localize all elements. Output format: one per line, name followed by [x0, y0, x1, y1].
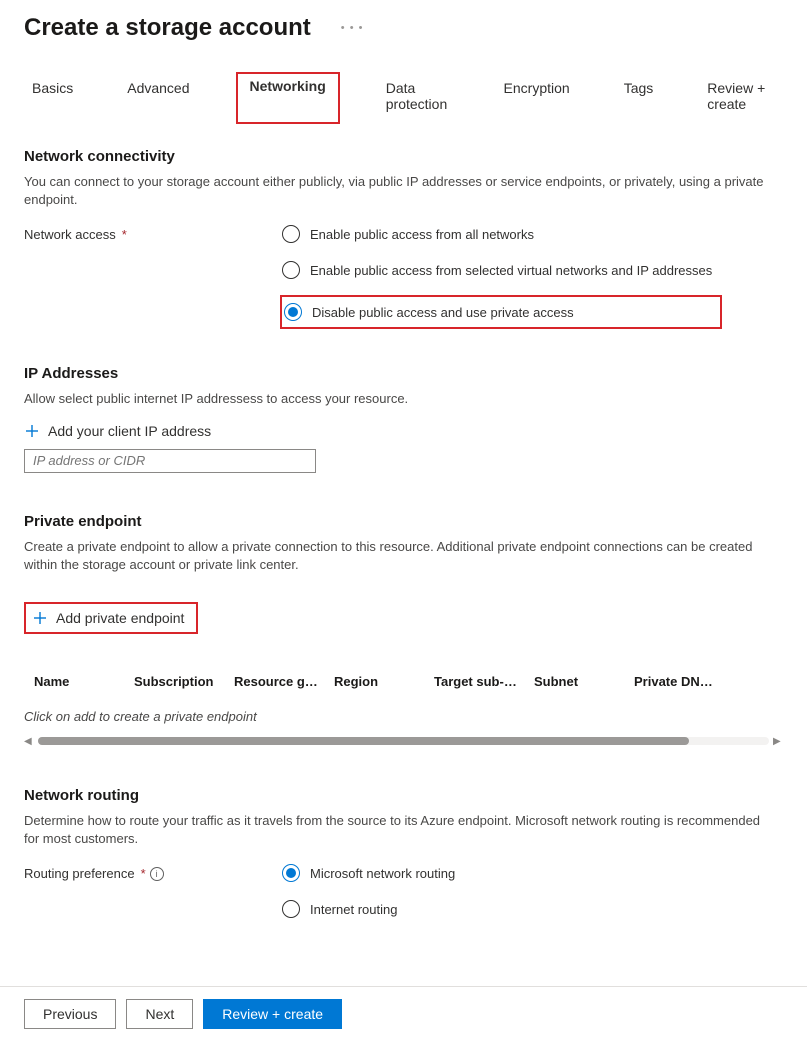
col-name[interactable]: Name: [34, 674, 134, 689]
tab-advanced[interactable]: Advanced: [119, 72, 197, 124]
routing-preference-label: Routing preference* i: [24, 862, 280, 881]
radio-public-selected[interactable]: Enable public access from selected virtu…: [280, 259, 722, 281]
radio-icon: [282, 864, 300, 882]
private-endpoint-heading: Private endpoint: [24, 513, 783, 530]
private-endpoint-table: Name Subscription Resource g… Region Tar…: [24, 670, 783, 747]
page-title: Create a storage account: [24, 14, 311, 42]
col-region[interactable]: Region: [334, 674, 434, 689]
routing-preference-radio-group: Microsoft network routing Internet routi…: [280, 862, 465, 920]
network-connectivity-heading: Network connectivity: [24, 148, 783, 165]
tab-basics[interactable]: Basics: [24, 72, 81, 124]
radio-disable-public[interactable]: Disable public access and use private ac…: [280, 295, 722, 329]
wizard-tabs: Basics Advanced Networking Data protecti…: [0, 48, 807, 124]
next-button[interactable]: Next: [126, 999, 193, 1029]
network-connectivity-description: You can connect to your storage account …: [24, 173, 764, 209]
required-asterisk: *: [141, 866, 146, 881]
tab-tags[interactable]: Tags: [616, 72, 662, 124]
radio-icon: [282, 900, 300, 918]
col-target-sub[interactable]: Target sub-…: [434, 674, 534, 689]
tab-review-create[interactable]: Review + create: [699, 72, 783, 124]
previous-button[interactable]: Previous: [24, 999, 116, 1029]
radio-label: Enable public access from selected virtu…: [310, 263, 712, 278]
tab-networking[interactable]: Networking: [236, 72, 340, 124]
radio-label: Internet routing: [310, 902, 397, 917]
radio-internet-routing[interactable]: Internet routing: [280, 898, 465, 920]
scroll-track[interactable]: [38, 737, 769, 745]
radio-label: Disable public access and use private ac…: [312, 305, 574, 320]
ip-addresses-description: Allow select public internet IP addresse…: [24, 390, 764, 408]
scroll-thumb[interactable]: [38, 737, 689, 745]
add-private-endpoint-label: Add private endpoint: [56, 610, 184, 626]
tab-data-protection[interactable]: Data protection: [378, 72, 458, 124]
private-endpoint-description: Create a private endpoint to allow a pri…: [24, 538, 764, 574]
add-client-ip-label: Add your client IP address: [48, 423, 211, 439]
network-routing-description: Determine how to route your traffic as i…: [24, 812, 764, 848]
plus-icon: [32, 610, 48, 626]
wizard-footer: Previous Next Review + create: [0, 986, 807, 1041]
radio-microsoft-routing[interactable]: Microsoft network routing: [280, 862, 465, 884]
ip-addresses-heading: IP Addresses: [24, 365, 783, 382]
network-access-radio-group: Enable public access from all networks E…: [280, 223, 722, 329]
col-subnet[interactable]: Subnet: [534, 674, 634, 689]
col-subscription[interactable]: Subscription: [134, 674, 234, 689]
plus-icon: [24, 423, 40, 439]
network-routing-heading: Network routing: [24, 787, 783, 804]
tab-encryption[interactable]: Encryption: [496, 72, 578, 124]
add-client-ip-link[interactable]: Add your client IP address: [24, 423, 783, 439]
table-empty-text: Click on add to create a private endpoin…: [24, 707, 783, 734]
col-resource-group[interactable]: Resource g…: [234, 674, 334, 689]
ip-address-input[interactable]: [24, 449, 316, 473]
more-menu-icon[interactable]: • • •: [341, 22, 364, 34]
radio-icon: [284, 303, 302, 321]
radio-public-all[interactable]: Enable public access from all networks: [280, 223, 722, 245]
table-horizontal-scrollbar[interactable]: ◀ ▶: [24, 736, 783, 747]
network-access-label: Network access*: [24, 223, 280, 242]
radio-icon: [282, 261, 300, 279]
info-icon[interactable]: i: [150, 867, 164, 881]
radio-label: Microsoft network routing: [310, 866, 455, 881]
scroll-left-icon[interactable]: ◀: [24, 736, 34, 747]
radio-icon: [282, 225, 300, 243]
radio-label: Enable public access from all networks: [310, 227, 534, 242]
required-asterisk: *: [122, 227, 127, 242]
add-private-endpoint-link[interactable]: Add private endpoint: [24, 602, 198, 634]
col-private-dns[interactable]: Private DN…: [634, 674, 744, 689]
scroll-right-icon[interactable]: ▶: [773, 736, 783, 747]
review-create-button[interactable]: Review + create: [203, 999, 342, 1029]
